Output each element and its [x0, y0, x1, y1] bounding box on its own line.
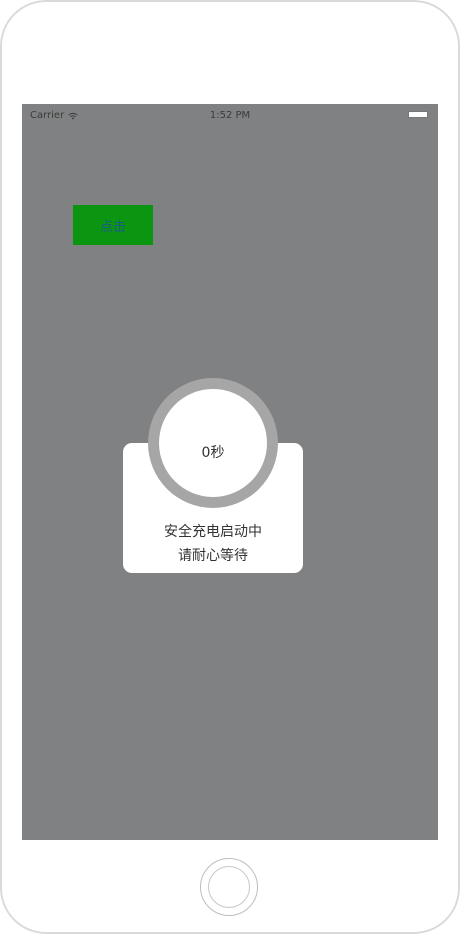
- countdown-label: 0秒: [201, 445, 225, 461]
- dialog-status-text: 安全充电启动中: [164, 524, 262, 540]
- countdown-ring: 0秒: [148, 378, 278, 508]
- dialog-wait-text: 请耐心等待: [178, 548, 248, 564]
- device-frame: Carrier 1:52 PM 点击 安全充电启动中 请耐心等待 0秒: [0, 0, 460, 934]
- status-time: 1:52 PM: [209, 110, 251, 121]
- battery-icon: [408, 111, 428, 118]
- click-button[interactable]: 点击: [73, 205, 153, 245]
- home-button-inner: [208, 866, 250, 908]
- countdown-circle: 0秒: [159, 389, 267, 497]
- home-button[interactable]: [200, 858, 258, 916]
- status-bar: Carrier 1:52 PM: [22, 108, 438, 124]
